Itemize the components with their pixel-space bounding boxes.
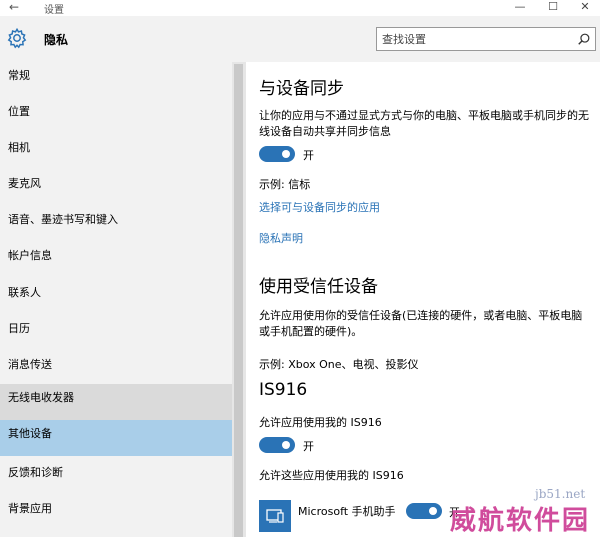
back-arrow-icon[interactable]: ←: [9, 0, 27, 16]
sidebar-item-messaging[interactable]: 消息传送: [0, 351, 232, 387]
maximize-button[interactable]: ☐: [538, 0, 568, 16]
sidebar-item-label: 反馈和诊断: [8, 466, 63, 479]
watermark-site: jb51.net: [535, 487, 586, 501]
close-button[interactable]: ✕: [570, 0, 600, 16]
trusted-heading: 使用受信任设备: [259, 277, 378, 297]
device-toggle[interactable]: [259, 437, 295, 453]
sidebar-item-radios[interactable]: 无线电收发器: [0, 384, 232, 420]
main-content: 与设备同步 让你的应用与不通过显式方式与你的电脑、平板电脑或手机同步的无线设备自…: [246, 62, 600, 537]
search-icon[interactable]: [577, 32, 591, 46]
device-apps-text: 允许这些应用使用我的 IS916: [259, 469, 404, 482]
sidebar-item-contacts[interactable]: 联系人: [0, 279, 232, 315]
sidebar-item-label: 背景应用: [8, 502, 52, 515]
sidebar-item-label: 语音、墨迹书写和键入: [8, 213, 118, 226]
sidebar-item-speech-inking[interactable]: 语音、墨迹书写和键入: [0, 206, 232, 242]
sidebar-item-location[interactable]: 位置: [0, 98, 232, 134]
privacy-statement-link[interactable]: 隐私声明: [259, 230, 303, 246]
phone-companion-app-tile: [259, 500, 291, 532]
sidebar-item-label: 其他设备: [8, 427, 52, 440]
sidebar-item-background-apps[interactable]: 背景应用: [0, 495, 232, 531]
sync-example: 示例: 信标: [259, 178, 311, 191]
sidebar: 常规 位置 相机 麦克风 语音、墨迹书写和键入 帐户信息 联系人 日历 消息传送…: [0, 62, 232, 537]
sync-description: 让你的应用与不通过显式方式与你的电脑、平板电脑或手机同步的无线设备自动共享并同步…: [259, 109, 589, 138]
sidebar-item-label: 日历: [8, 322, 30, 335]
header: 隐私: [0, 16, 600, 62]
sidebar-item-microphone[interactable]: 麦克风: [0, 170, 232, 206]
sidebar-item-label: 无线电收发器: [8, 391, 74, 404]
page-title: 隐私: [44, 33, 69, 47]
trusted-example: 示例: Xbox One、电视、投影仪: [259, 358, 419, 371]
phone-companion-toggle[interactable]: [406, 503, 442, 519]
phone-companion-icon: [266, 509, 284, 523]
sidebar-item-label: 消息传送: [8, 358, 52, 371]
window-title: 设置: [44, 5, 64, 16]
sync-toggle-label: 开: [303, 149, 314, 162]
gear-icon: [7, 27, 27, 49]
sidebar-item-label: 帐户信息: [8, 249, 52, 262]
phone-companion-app-name: Microsoft 手机助手: [298, 505, 396, 518]
search-box[interactable]: [376, 27, 596, 51]
sidebar-item-feedback-diagnostics[interactable]: 反馈和诊断: [0, 459, 232, 495]
sidebar-item-general[interactable]: 常规: [0, 62, 232, 98]
sidebar-item-other-devices[interactable]: 其他设备: [0, 420, 232, 456]
device-toggle-label: 开: [303, 440, 314, 453]
title-bar: ← 设置 — ☐ ✕: [0, 0, 600, 16]
choose-apps-link[interactable]: 选择可与设备同步的应用: [259, 199, 380, 215]
sidebar-item-label: 麦克风: [8, 177, 41, 190]
minimize-button[interactable]: —: [505, 0, 535, 16]
trusted-description: 允许应用使用你的受信任设备(已连接的硬件，或者电脑、平板电脑或手机配置的硬件)。: [259, 309, 583, 338]
sync-toggle[interactable]: [259, 146, 295, 162]
sidebar-item-account-info[interactable]: 帐户信息: [0, 242, 232, 278]
device-allow-text: 允许应用使用我的 IS916: [259, 416, 382, 429]
sidebar-item-label: 相机: [8, 141, 30, 154]
sidebar-item-label: 联系人: [8, 286, 41, 299]
sidebar-item-camera[interactable]: 相机: [0, 134, 232, 170]
sidebar-item-label: 位置: [8, 105, 30, 118]
sidebar-item-label: 常规: [8, 69, 30, 82]
scrollbar-thumb[interactable]: [234, 64, 243, 537]
sidebar-item-calendar[interactable]: 日历: [0, 315, 232, 351]
search-input[interactable]: [377, 28, 567, 51]
watermark-logo: 威航软件园: [450, 506, 591, 536]
device-heading: IS916: [259, 380, 308, 400]
sync-heading: 与设备同步: [259, 79, 344, 99]
